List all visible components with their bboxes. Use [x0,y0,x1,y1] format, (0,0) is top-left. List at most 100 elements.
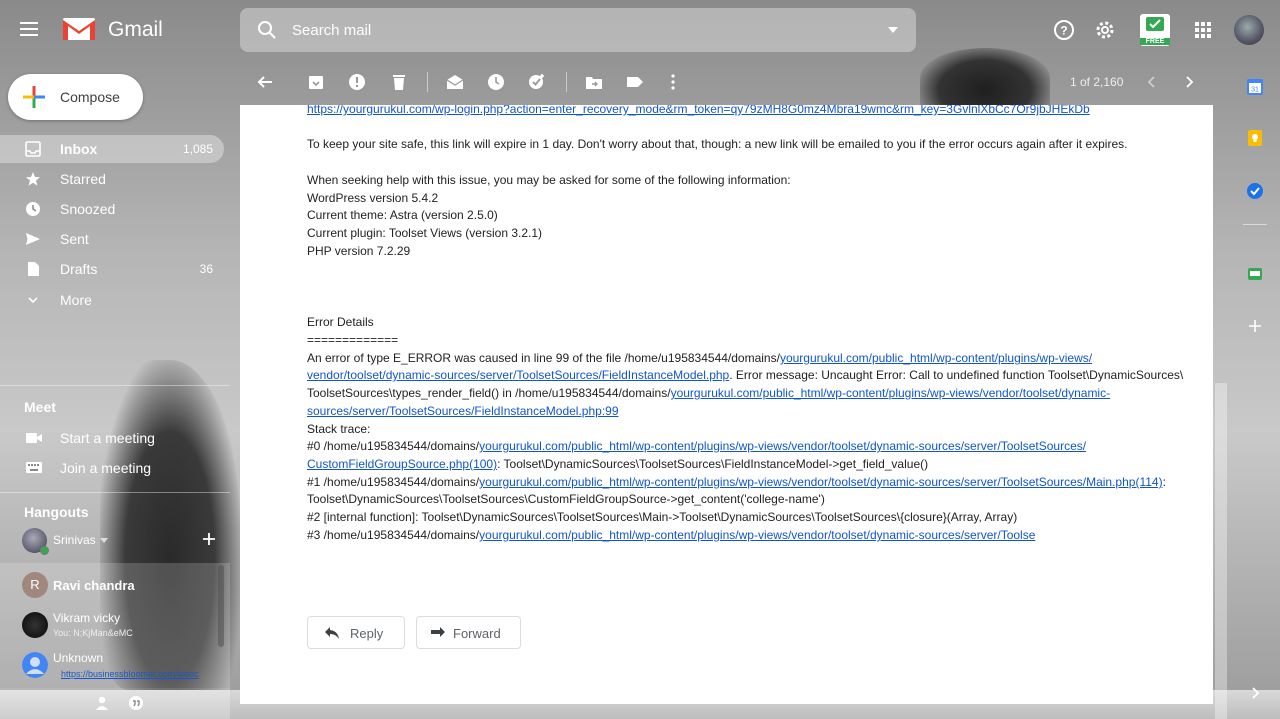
mark-unread-icon[interactable] [446,73,464,91]
add-to-tasks-icon[interactable] [528,73,546,91]
sidebar-item-drafts[interactable]: Drafts 36 [0,255,224,283]
toolbar-separator [566,72,567,92]
keyboard-icon [26,462,42,473]
more-options-vertical-icon[interactable] [664,73,682,91]
search-input[interactable] [292,18,852,42]
error-details-underline: ============= [307,333,399,347]
side-panel [1233,60,1280,719]
file-path-link[interactable]: yourgurukul.com/public_html/wp-content/p… [479,475,1162,489]
trash-icon[interactable] [390,73,408,91]
reply-arrow-icon [325,627,339,639]
clock-icon [26,202,40,216]
hangouts-user-status[interactable]: Srinivas [22,528,222,555]
main-menu-button[interactable] [20,18,46,42]
account-avatar[interactable] [1234,15,1264,45]
stack-line: #3 /home/u195834544/domains/yourgurukul.… [307,528,1036,542]
search-icon[interactable] [256,19,278,41]
sidebar-item-more[interactable]: More [0,286,224,314]
sidebar-item-snoozed[interactable]: Snoozed [0,195,224,223]
error-line: sources/server/ToolsetSources/FieldInsta… [307,403,1202,421]
file-path-link[interactable]: yourgurukul.com/public_html/wp-content/p… [780,351,1092,365]
contact-avatar: R [22,572,48,598]
chevron-down-icon [100,538,108,543]
contact-item[interactable]: Vikram vicky You: N;KjMan&eMC [0,610,222,650]
file-path-link[interactable]: vendor/toolset/dynamic-sources/server/To… [307,368,729,382]
message-text: When seeking help with this issue, you m… [307,173,791,187]
settings-gear-icon[interactable] [1093,18,1117,42]
error-line: ToolsetSources\types_render_field() in /… [307,386,1111,400]
get-addons-plus-icon[interactable] [1246,317,1264,335]
tasks-icon[interactable] [1246,182,1264,200]
gmail-logo-icon[interactable] [62,16,96,42]
wordpress-version: WordPress version 5.4.2 [307,191,439,205]
svg-text:31: 31 [1251,87,1259,94]
archive-icon[interactable] [307,73,325,91]
file-path-link[interactable]: yourgurukul.com/public_html/wp-content/p… [479,528,1035,542]
stack-line: CustomFieldGroupSource.php(100): Toolset… [307,457,929,471]
report-spam-icon[interactable] [348,73,366,91]
online-status-dot [40,546,49,555]
file-path-link[interactable]: yourgurukul.com/public_html/wp-content/p… [671,386,1111,400]
hangouts-quote-icon[interactable] [128,695,144,711]
send-icon [26,233,40,245]
older-chevron-right-icon[interactable] [1180,73,1198,91]
search-bar[interactable] [240,8,916,52]
stack-line: #2 [internal function]: Toolset\DynamicS… [307,510,1018,524]
stack-line: #0 /home/u195834544/domains/yourgurukul.… [307,439,1087,453]
sidebar-divider [0,385,230,386]
recovery-mode-link[interactable]: https://yourgurukul.com/wp-login.php?act… [307,105,1090,116]
back-arrow-icon[interactable] [256,73,274,91]
expand-panel-chevron-icon[interactable] [1246,684,1264,702]
error-details-heading: Error Details [307,315,374,329]
email-message-body: https://yourgurukul.com/wp-login.php?act… [240,105,1213,704]
person-icon[interactable] [94,695,110,711]
stack-line: #1 /home/u195834544/domains/yourgurukul.… [307,475,1166,489]
sidebar-item-sent[interactable]: Sent [0,225,224,253]
inbox-icon [25,141,41,157]
label-tag-icon[interactable] [626,73,644,91]
google-apps-grid-icon[interactable] [1191,18,1215,42]
chevron-down-icon [28,297,38,304]
contact-list-scrollbar[interactable] [218,565,224,647]
reply-button[interactable]: Reply [307,616,405,649]
contact-item[interactable]: Unknown https://businessbloomer.com/wooc [0,650,222,688]
contact-item[interactable]: R Ravi chandra [0,571,222,611]
pagination-count: 1 of 2,160 [1070,75,1124,89]
free-extension-badge[interactable]: FREE [1140,14,1170,46]
message-scrollbar[interactable] [1215,383,1227,719]
default-avatar-icon [22,652,48,678]
new-conversation-plus-icon[interactable] [201,531,217,547]
newer-chevron-left-icon[interactable] [1143,73,1161,91]
side-panel-divider [1243,224,1267,225]
calendar-icon[interactable]: 31 [1246,78,1264,96]
forward-arrow-icon [431,627,445,637]
message-text: To keep your site safe, this link will e… [307,137,1128,151]
keep-notes-icon[interactable] [1246,129,1264,147]
start-meeting-item[interactable]: Start a meeting [0,424,224,452]
draft-file-icon [28,262,39,276]
current-plugin: Current plugin: Toolset Views (version 3… [307,226,543,240]
hangouts-bottom-bar [0,688,230,719]
search-options-dropdown-icon[interactable] [888,27,898,33]
gmail-logo-text: Gmail [108,18,163,41]
help-icon[interactable]: ? [1052,18,1076,42]
join-meeting-item[interactable]: Join a meeting [0,454,224,482]
compose-plus-icon [23,86,45,108]
top-header: Gmail ? FREE [0,0,1280,60]
file-path-link[interactable]: sources/server/ToolsetSources/FieldInsta… [307,404,619,418]
stack-line: Toolset\DynamicSources\ToolsetSources\Cu… [307,492,825,506]
toolbar-separator [427,72,428,92]
addon-icon[interactable] [1246,265,1264,283]
current-theme: Current theme: Astra (version 2.5.0) [307,208,498,222]
forward-button[interactable]: Forward [416,616,521,649]
svg-text:?: ? [1060,24,1067,38]
file-path-link[interactable]: CustomFieldGroupSource.php(100) [307,457,497,471]
snooze-clock-icon[interactable] [487,73,505,91]
compose-button[interactable]: Compose [8,74,143,120]
contact-avatar [22,612,48,638]
move-to-folder-icon[interactable] [585,73,603,91]
sidebar-item-starred[interactable]: Starred [0,165,224,193]
sidebar-item-inbox[interactable]: Inbox 1,085 [0,135,224,163]
file-path-link[interactable]: yourgurukul.com/public_html/wp-content/p… [479,439,1086,453]
star-icon [26,172,40,186]
